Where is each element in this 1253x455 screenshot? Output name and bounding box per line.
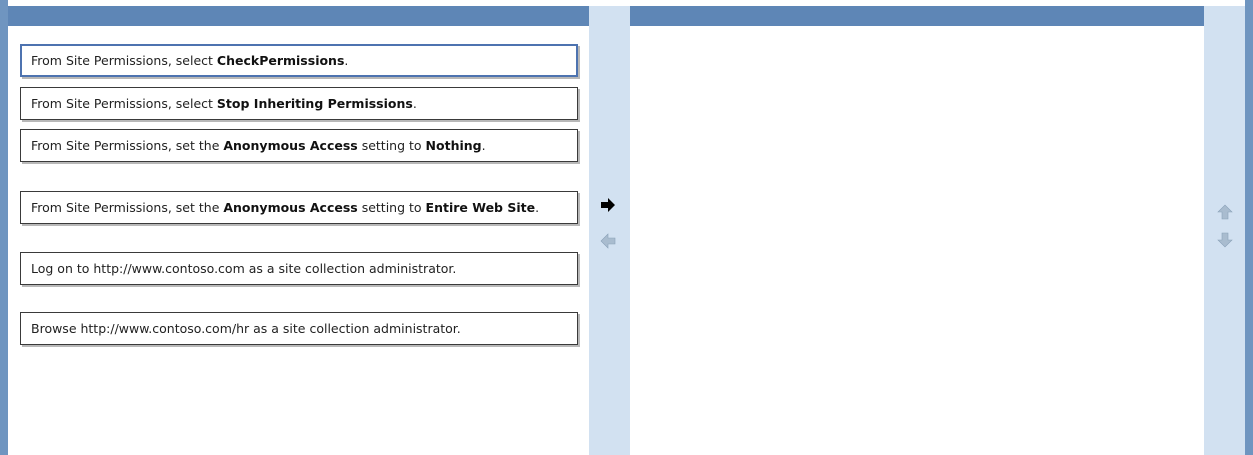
source-item-text: Browse http://www.contoso.com/hr as a si… <box>31 321 461 336</box>
answer-list-header <box>630 6 1204 26</box>
source-item-text: . <box>481 138 486 153</box>
source-item-text: From Site Permissions, select <box>31 96 217 111</box>
arrow-left-icon <box>600 233 616 249</box>
move-right-button[interactable] <box>598 195 618 215</box>
source-item-text: From Site Permissions, select <box>31 53 217 68</box>
source-item-text: . <box>535 200 540 215</box>
source-item-text: Nothing <box>425 138 482 153</box>
source-item[interactable]: From Site Permissions, set the Anonymous… <box>20 191 578 224</box>
left-edge <box>0 0 8 455</box>
source-item-text: Anonymous Access <box>223 138 358 153</box>
source-item-text: From Site Permissions, set the <box>31 138 224 153</box>
order-buttons-bar <box>1204 6 1245 455</box>
source-item[interactable]: Log on to http://www.contoso.com as a si… <box>20 252 578 285</box>
source-item-text: setting to <box>357 138 426 153</box>
source-item-text: Log on to http://www.contoso.com as a si… <box>31 261 457 276</box>
source-item-text: . <box>344 53 349 68</box>
source-item-text: From Site Permissions, set the <box>31 200 224 215</box>
move-down-button[interactable] <box>1215 230 1235 250</box>
source-item-text: CheckPermissions <box>216 53 345 68</box>
source-item[interactable]: From Site Permissions, set the Anonymous… <box>20 129 578 162</box>
source-item-text: Stop Inheriting Permissions <box>216 96 413 111</box>
source-item-text: Anonymous Access <box>223 200 358 215</box>
source-item[interactable]: From Site Permissions, select CheckPermi… <box>20 44 578 77</box>
source-list-header <box>8 6 589 26</box>
answer-list <box>630 26 1204 455</box>
drag-drop-question: From Site Permissions, select CheckPermi… <box>0 0 1253 455</box>
arrow-up-icon <box>1217 204 1233 220</box>
right-edge <box>1245 0 1253 455</box>
source-list: From Site Permissions, select CheckPermi… <box>8 26 589 455</box>
source-item[interactable]: From Site Permissions, select Stop Inher… <box>20 87 578 120</box>
arrow-right-icon <box>601 198 615 212</box>
source-item[interactable]: Browse http://www.contoso.com/hr as a si… <box>20 312 578 345</box>
source-item-text: . <box>412 96 417 111</box>
source-item-text: setting to <box>357 200 426 215</box>
arrow-down-icon <box>1217 232 1233 248</box>
source-item-text: Entire Web Site <box>425 200 536 215</box>
move-left-button[interactable] <box>598 231 618 251</box>
move-buttons-bar <box>589 6 630 455</box>
move-up-button[interactable] <box>1215 202 1235 222</box>
